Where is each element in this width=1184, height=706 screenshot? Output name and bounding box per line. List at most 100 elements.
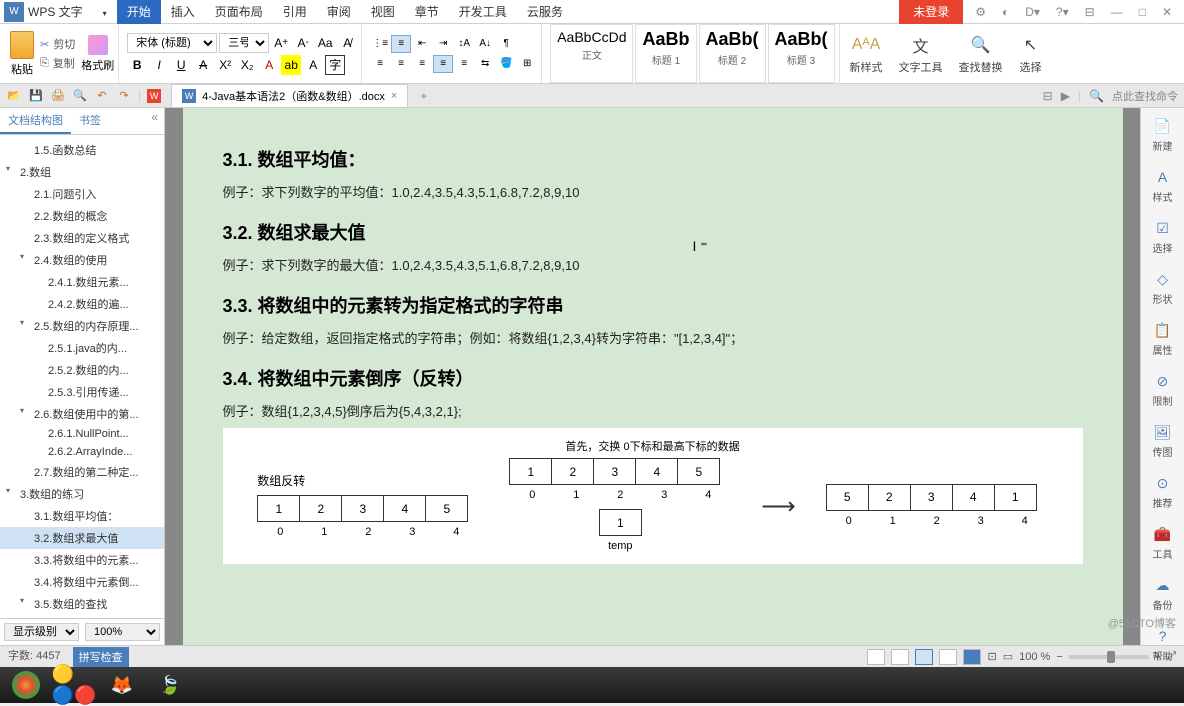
superscript-button[interactable]: X² xyxy=(215,55,235,75)
menu-tab-layout[interactable]: 页面布局 xyxy=(205,0,273,24)
right-panel-item[interactable]: 📋属性 xyxy=(1153,320,1173,357)
document-area[interactable]: 3.1. 数组平均值： 例子：求下列数字的平均值：1.0,2.4,3.5,4.3… xyxy=(165,108,1140,645)
menu-tab-view[interactable]: 视图 xyxy=(361,0,405,24)
right-panel-item[interactable]: ☁备份 xyxy=(1153,575,1173,612)
menu-tab-review[interactable]: 审阅 xyxy=(317,0,361,24)
settings-icon[interactable]: ⚙ xyxy=(971,3,990,21)
view-web-button[interactable] xyxy=(891,649,909,665)
menu-tab-insert[interactable]: 插入 xyxy=(161,0,205,24)
menu-tab-file[interactable] xyxy=(91,1,117,23)
char-shading-button[interactable]: A xyxy=(303,55,323,75)
right-panel-item[interactable]: 🖼传图 xyxy=(1153,422,1173,459)
right-panel-item[interactable]: 🧰工具 xyxy=(1153,524,1173,561)
sort-button[interactable]: A↓ xyxy=(475,35,495,53)
strike-button[interactable]: A xyxy=(193,55,213,75)
tree-item[interactable]: 2.5.1.java的内... xyxy=(0,337,164,359)
tree-item[interactable]: 2.3.数组的定义格式 xyxy=(0,227,164,249)
menu-tab-reference[interactable]: 引用 xyxy=(273,0,317,24)
tree-item[interactable]: 2.5.2.数组的内... xyxy=(0,359,164,381)
close-icon[interactable]: ✕ xyxy=(1158,3,1176,21)
style-h2[interactable]: AaBb(标题 2 xyxy=(699,24,766,83)
tree-item[interactable]: 2.4.数组的使用 xyxy=(0,249,164,271)
search-placeholder[interactable]: 点此查找命令 xyxy=(1112,88,1178,104)
view-read-button[interactable] xyxy=(939,649,957,665)
right-panel-item[interactable]: ☑选择 xyxy=(1153,218,1173,255)
borders-button[interactable]: ⊞ xyxy=(517,55,537,73)
tab-button[interactable]: ⇆ xyxy=(475,55,495,73)
font-size-select[interactable]: 三号 xyxy=(219,33,269,53)
paste-button[interactable]: 粘贴 xyxy=(10,31,34,77)
change-case-icon[interactable]: Aa xyxy=(315,33,335,53)
best-fit-icon[interactable]: ⤢ xyxy=(1167,650,1176,663)
tree-item[interactable]: 3.数组的练习 xyxy=(0,483,164,505)
format-painter-button[interactable]: 格式刷 xyxy=(81,35,114,73)
document-tab[interactable]: W 4-Java基本语法2（函数&数组）.docx × xyxy=(171,84,408,107)
bullets-button[interactable]: ⋮≡ xyxy=(370,35,390,53)
start-button[interactable] xyxy=(6,670,46,700)
right-panel-item[interactable]: ⊙推荐 xyxy=(1153,473,1173,510)
tree-item[interactable]: 2.6.2.ArrayInde... xyxy=(0,443,164,461)
sync-icon[interactable]: D▾ xyxy=(1021,3,1044,21)
tree-item[interactable]: 2.数组 xyxy=(0,161,164,183)
open-icon[interactable]: 📂 xyxy=(6,88,22,104)
login-button[interactable]: 未登录 xyxy=(899,0,963,24)
outline-zoom-select[interactable]: 100% xyxy=(85,623,160,641)
justify-button[interactable]: ≡ xyxy=(433,55,453,73)
right-panel-item[interactable]: ◇形状 xyxy=(1153,269,1173,306)
tree-item[interactable]: 2.6.数组使用中的第... xyxy=(0,403,164,425)
tree-item[interactable]: 2.7.数组的第二种定... xyxy=(0,461,164,483)
select-button[interactable]: ↖选择 xyxy=(1013,33,1049,75)
underline-button[interactable]: U xyxy=(171,55,191,75)
undo-icon[interactable]: ↶ xyxy=(94,88,110,104)
zoom-in-button[interactable]: + xyxy=(1155,651,1161,663)
font-name-select[interactable]: 宋体 (标题) xyxy=(127,33,217,53)
align-left-button[interactable]: ≡ xyxy=(370,55,390,73)
tree-item[interactable]: 2.5.数组的内存原理... xyxy=(0,315,164,337)
display-level-select[interactable]: 显示级别 xyxy=(4,623,79,641)
fit-page-icon[interactable]: ▭ xyxy=(1003,650,1013,663)
font-color-button[interactable]: A xyxy=(259,55,279,75)
tree-item[interactable]: 2.4.1.数组元素... xyxy=(0,271,164,293)
distribute-button[interactable]: ≡ xyxy=(454,55,474,73)
tree-item[interactable]: 2.6.1.NullPoint... xyxy=(0,425,164,443)
outline-tab-bookmark[interactable]: 书签 xyxy=(71,108,109,134)
bold-button[interactable]: B xyxy=(127,55,147,75)
tree-item[interactable]: 2.2.数组的概念 xyxy=(0,205,164,227)
outline-close-icon[interactable]: « xyxy=(145,108,164,134)
zoom-slider[interactable] xyxy=(1069,655,1149,659)
print-icon[interactable]: 🖨 xyxy=(50,88,66,104)
view-outline-button[interactable] xyxy=(867,649,885,665)
align-center-button[interactable]: ≡ xyxy=(391,55,411,73)
new-style-button[interactable]: AᴬA新样式 xyxy=(844,33,889,75)
zoom-thumb[interactable] xyxy=(1107,651,1115,663)
app-button[interactable]: 🍃 xyxy=(150,670,190,700)
char-border-button[interactable]: 字 xyxy=(325,55,345,75)
tree-item[interactable]: 3.5.数组的查找 xyxy=(0,593,164,615)
new-tab-button[interactable]: + xyxy=(414,89,433,103)
tree-item[interactable]: 2.1.问题引入 xyxy=(0,183,164,205)
tree-item[interactable]: 1.5.函数总结 xyxy=(0,139,164,161)
menu-tab-cloud[interactable]: 云服务 xyxy=(517,0,573,24)
save-icon[interactable]: 💾 xyxy=(28,88,44,104)
show-marks-button[interactable]: ¶ xyxy=(496,35,516,53)
indent-button[interactable]: ⇥ xyxy=(433,35,453,53)
line-spacing-button[interactable]: ↕A xyxy=(454,35,474,53)
arrow-icon[interactable]: ▶ xyxy=(1061,89,1070,103)
tree-item[interactable]: 2.5.3.引用传递... xyxy=(0,381,164,403)
subscript-button[interactable]: X₂ xyxy=(237,55,257,75)
tree-item[interactable]: 3.1.数组平均值： xyxy=(0,505,164,527)
right-panel-item[interactable]: 📄新建 xyxy=(1153,116,1173,153)
redo-icon[interactable]: ↷ xyxy=(116,88,132,104)
style-h3[interactable]: AaBb(标题 3 xyxy=(768,24,835,83)
numbering-button[interactable]: ≡ xyxy=(391,35,411,53)
chrome-button[interactable]: 🟡🔵🔴 xyxy=(54,670,94,700)
zoom-value[interactable]: 100 % xyxy=(1019,651,1050,663)
collapse-ribbon-icon[interactable]: ⊟ xyxy=(1081,3,1099,21)
italic-button[interactable]: I xyxy=(149,55,169,75)
view-print-button[interactable] xyxy=(915,649,933,665)
right-panel-item[interactable]: ⊘限制 xyxy=(1153,371,1173,408)
clear-format-icon[interactable]: A̸ xyxy=(337,33,357,53)
view-focus-button[interactable] xyxy=(963,649,981,665)
tree-item[interactable]: 3.3.将数组中的元素... xyxy=(0,549,164,571)
style-normal[interactable]: AaBbCcDd正文 xyxy=(550,24,633,83)
